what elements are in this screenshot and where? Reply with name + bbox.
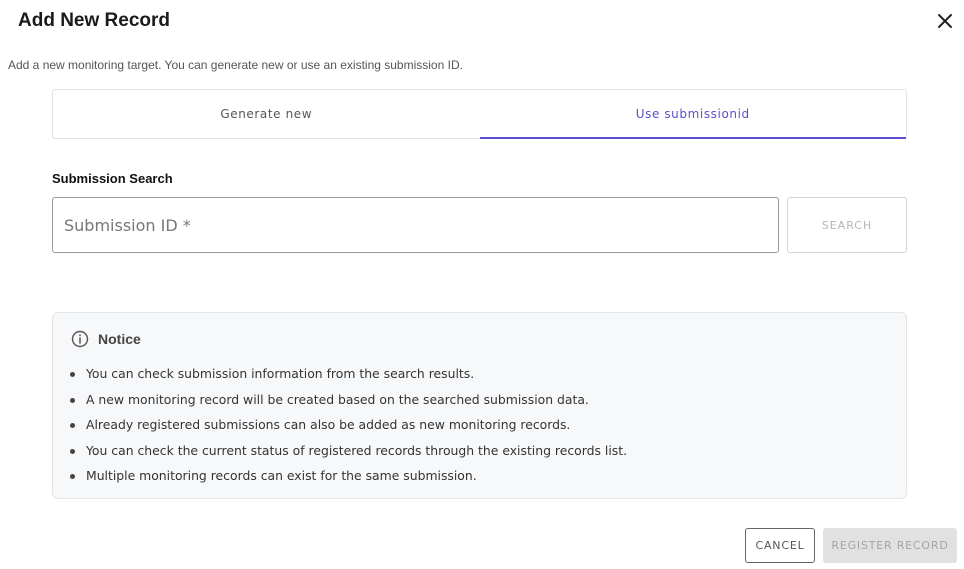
add-record-dialog: Add New Record Add a new monitoring targ… (0, 0, 964, 569)
notice-item: Multiple monitoring records can exist fo… (69, 463, 627, 489)
info-icon (71, 330, 89, 348)
close-icon (938, 14, 952, 28)
register-record-button[interactable]: REGISTER RECORD (823, 528, 957, 563)
mode-tabs: Generate new Use submissionid (52, 89, 907, 139)
tab-use-submissionid[interactable]: Use submissionid (479, 90, 907, 139)
notice-panel: Notice You can check submission informat… (52, 312, 907, 499)
submission-id-input[interactable] (52, 197, 779, 253)
notice-title: Notice (98, 331, 141, 347)
notice-item: A new monitoring record will be created … (69, 387, 627, 413)
notice-item: You can check submission information fro… (69, 361, 627, 387)
notice-item: Already registered submissions can also … (69, 412, 627, 438)
dialog-subtitle: Add a new monitoring target. You can gen… (8, 58, 463, 72)
submission-search-label: Submission Search (52, 171, 173, 186)
search-button[interactable]: SEARCH (787, 197, 907, 253)
cancel-button[interactable]: CANCEL (745, 528, 815, 563)
notice-header: Notice (71, 330, 141, 348)
notice-item: You can check the current status of regi… (69, 438, 627, 464)
tab-generate-new[interactable]: Generate new (53, 90, 480, 138)
close-button[interactable] (932, 8, 958, 34)
notice-list: You can check submission information fro… (69, 361, 627, 489)
dialog-title: Add New Record (18, 10, 171, 31)
